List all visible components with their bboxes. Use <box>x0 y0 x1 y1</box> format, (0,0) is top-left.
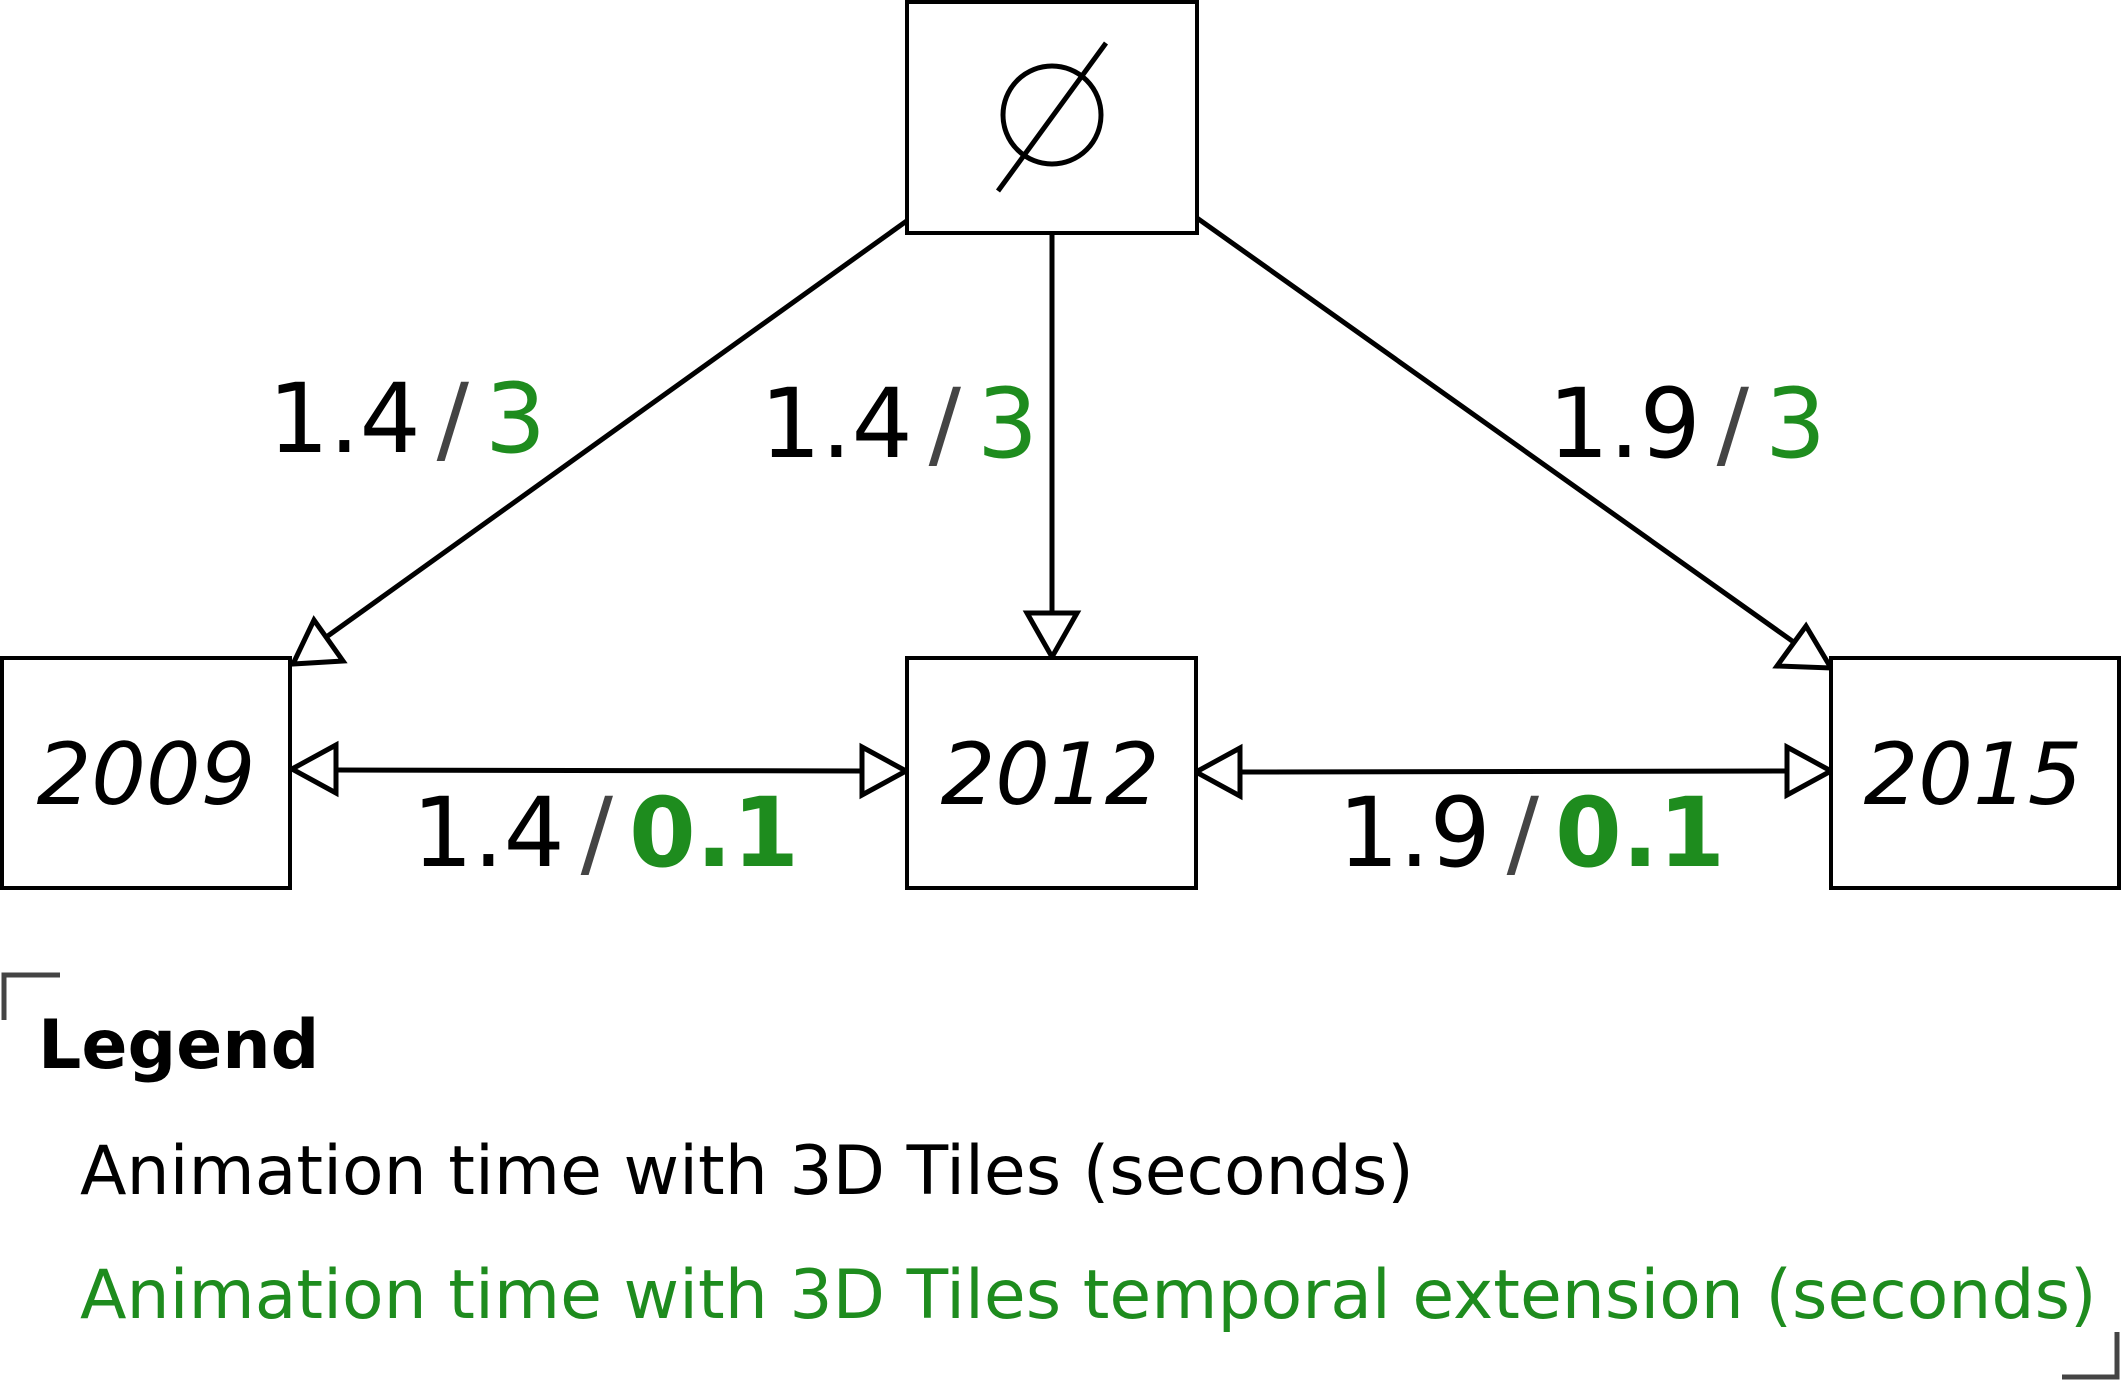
temporal-time: 3 <box>1765 368 1826 480</box>
temporal-time: 3 <box>977 368 1038 480</box>
legend-item-tiles: Animation time with 3D Tiles (seconds) <box>80 1132 1414 1211</box>
arrowhead-root-2009 <box>288 615 348 667</box>
temporal-time: 0.1 <box>1555 777 1725 889</box>
tiles-time: 1.9 <box>1548 368 1701 480</box>
node-label-2015: 2015 <box>1864 725 2083 825</box>
separator: / <box>437 363 470 475</box>
edge-2012-2015 <box>1239 768 1788 775</box>
tiles-time: 1.9 <box>1338 777 1491 889</box>
node-2012: 2012 <box>905 656 1198 890</box>
node-label-2012: 2012 <box>941 725 1160 825</box>
edge-label-2012-2015: 1.9/0.1 <box>1338 777 1725 889</box>
edge-label-2009-2012: 1.4/0.1 <box>412 777 799 889</box>
arrowhead-2012-left <box>1190 743 1243 801</box>
tiles-time: 1.4 <box>412 777 565 889</box>
separator: / <box>1507 777 1540 889</box>
separator: / <box>929 368 962 480</box>
edge-label-root-2012: 1.4/3 <box>760 368 1038 480</box>
arrowhead-root-2012 <box>1022 610 1082 663</box>
legend-bracket-bottom-right <box>2062 1332 2120 1380</box>
node-2009: 2009 <box>0 656 292 890</box>
tiles-time: 1.4 <box>268 363 421 475</box>
node-label-2009: 2009 <box>37 725 256 825</box>
root-node <box>905 0 1199 235</box>
temporal-time: 3 <box>485 363 546 475</box>
arrowhead-2015-right <box>1784 742 1837 800</box>
edge-label-root-2009: 1.4/3 <box>268 363 546 475</box>
node-2015: 2015 <box>1829 656 2121 890</box>
edge-label-root-2015: 1.9/3 <box>1548 368 1826 480</box>
legend: Legend Animation time with 3D Tiles (sec… <box>1 972 2120 1380</box>
tiles-time: 1.4 <box>760 368 913 480</box>
arrowhead-2009-left <box>286 740 339 798</box>
edge-root-2015 <box>1195 215 1797 646</box>
arrowhead-root-2015 <box>1772 621 1836 671</box>
separator: / <box>1717 368 1750 480</box>
separator: / <box>581 777 614 889</box>
edge-2009-2012 <box>335 767 863 774</box>
legend-title: Legend <box>38 1006 319 1085</box>
transition-diagram: 2009 2012 2015 1.4/3 1.4/3 1.9/3 1.4/0.1… <box>0 0 2121 1380</box>
arrowhead-2012-right <box>859 742 912 800</box>
legend-item-temporal: Animation time with 3D Tiles temporal ex… <box>80 1256 2097 1335</box>
temporal-time: 0.1 <box>629 777 799 889</box>
